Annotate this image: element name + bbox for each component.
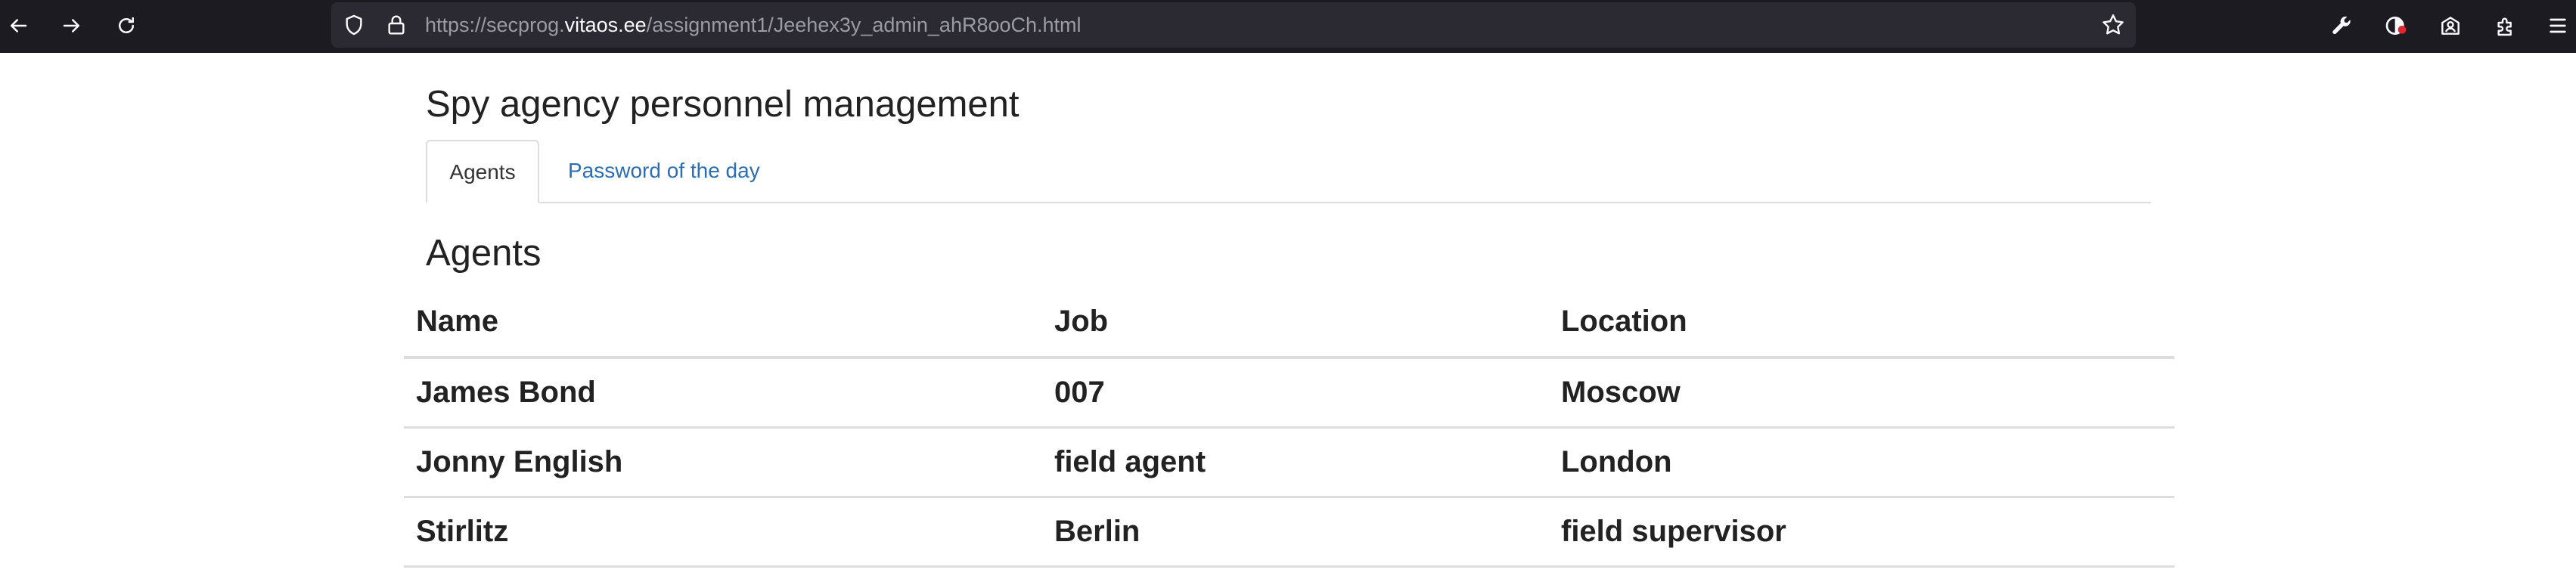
cell-job: field agent	[1042, 427, 1549, 498]
shield-icon[interactable]	[342, 13, 366, 37]
cell-location: Moscow	[1549, 358, 2174, 429]
extensions-icon	[2497, 17, 2512, 36]
reload-icon	[119, 17, 134, 33]
cell-name: James Bond	[404, 358, 1042, 429]
tab-agents[interactable]: Agents	[426, 140, 539, 203]
reload-button[interactable]	[110, 9, 143, 42]
page-title: Spy agency personnel management	[426, 84, 1020, 125]
lock-icon[interactable]	[384, 12, 408, 38]
agents-table: Name Job Location James Bond 007 Moscow …	[404, 287, 2174, 568]
column-header-location: Location	[1549, 287, 2174, 359]
url-host: vitaos.ee	[564, 14, 647, 36]
tab-bar: Agents Password of the day	[426, 140, 2151, 203]
table-row: James Bond 007 Moscow	[404, 358, 2174, 429]
cell-name: Stirlitz	[404, 497, 1042, 568]
extension-badge-icon	[2385, 17, 2407, 35]
column-header-job: Job	[1042, 287, 1549, 359]
account-button[interactable]	[2434, 9, 2467, 42]
table-row: Stirlitz Berlin field supervisor	[404, 497, 2174, 568]
cell-name: Jonny English	[404, 427, 1042, 498]
cell-job: 007	[1042, 358, 1549, 429]
wrench-icon	[2332, 16, 2351, 35]
account-icon	[2441, 17, 2460, 35]
url-text[interactable]: https://secprog.vitaos.ee/assignment1/Je…	[425, 12, 1082, 38]
devtools-button[interactable]	[2325, 9, 2358, 42]
extensions-button[interactable]	[2489, 9, 2522, 42]
back-button[interactable]	[2, 9, 35, 42]
column-header-name: Name	[404, 287, 1042, 359]
cell-location: field supervisor	[1549, 497, 2174, 568]
extension-button[interactable]	[2379, 9, 2413, 42]
section-heading: Agents	[426, 233, 542, 274]
url-prefix: https://secprog.	[425, 14, 565, 36]
address-bar[interactable]: https://secprog.vitaos.ee/assignment1/Je…	[331, 2, 2136, 48]
url-path: /assignment1/Jeehex3y_admin_ahR8ooCh.htm…	[646, 14, 1082, 36]
forward-button[interactable]	[55, 9, 88, 42]
bookmark-star-icon[interactable]	[2100, 11, 2127, 39]
menu-button[interactable]	[2541, 9, 2574, 42]
menu-icon	[2550, 18, 2566, 33]
cell-job: Berlin	[1042, 497, 1549, 568]
tab-password-of-the-day[interactable]: Password of the day	[568, 140, 760, 202]
browser-toolbar: https://secprog.vitaos.ee/assignment1/Je…	[0, 0, 2576, 53]
cell-location: London	[1549, 427, 2174, 498]
table-header-row: Name Job Location	[404, 287, 2174, 359]
table-row: Jonny English field agent London	[404, 427, 2174, 498]
forward-icon	[63, 19, 79, 33]
back-icon	[11, 19, 27, 33]
